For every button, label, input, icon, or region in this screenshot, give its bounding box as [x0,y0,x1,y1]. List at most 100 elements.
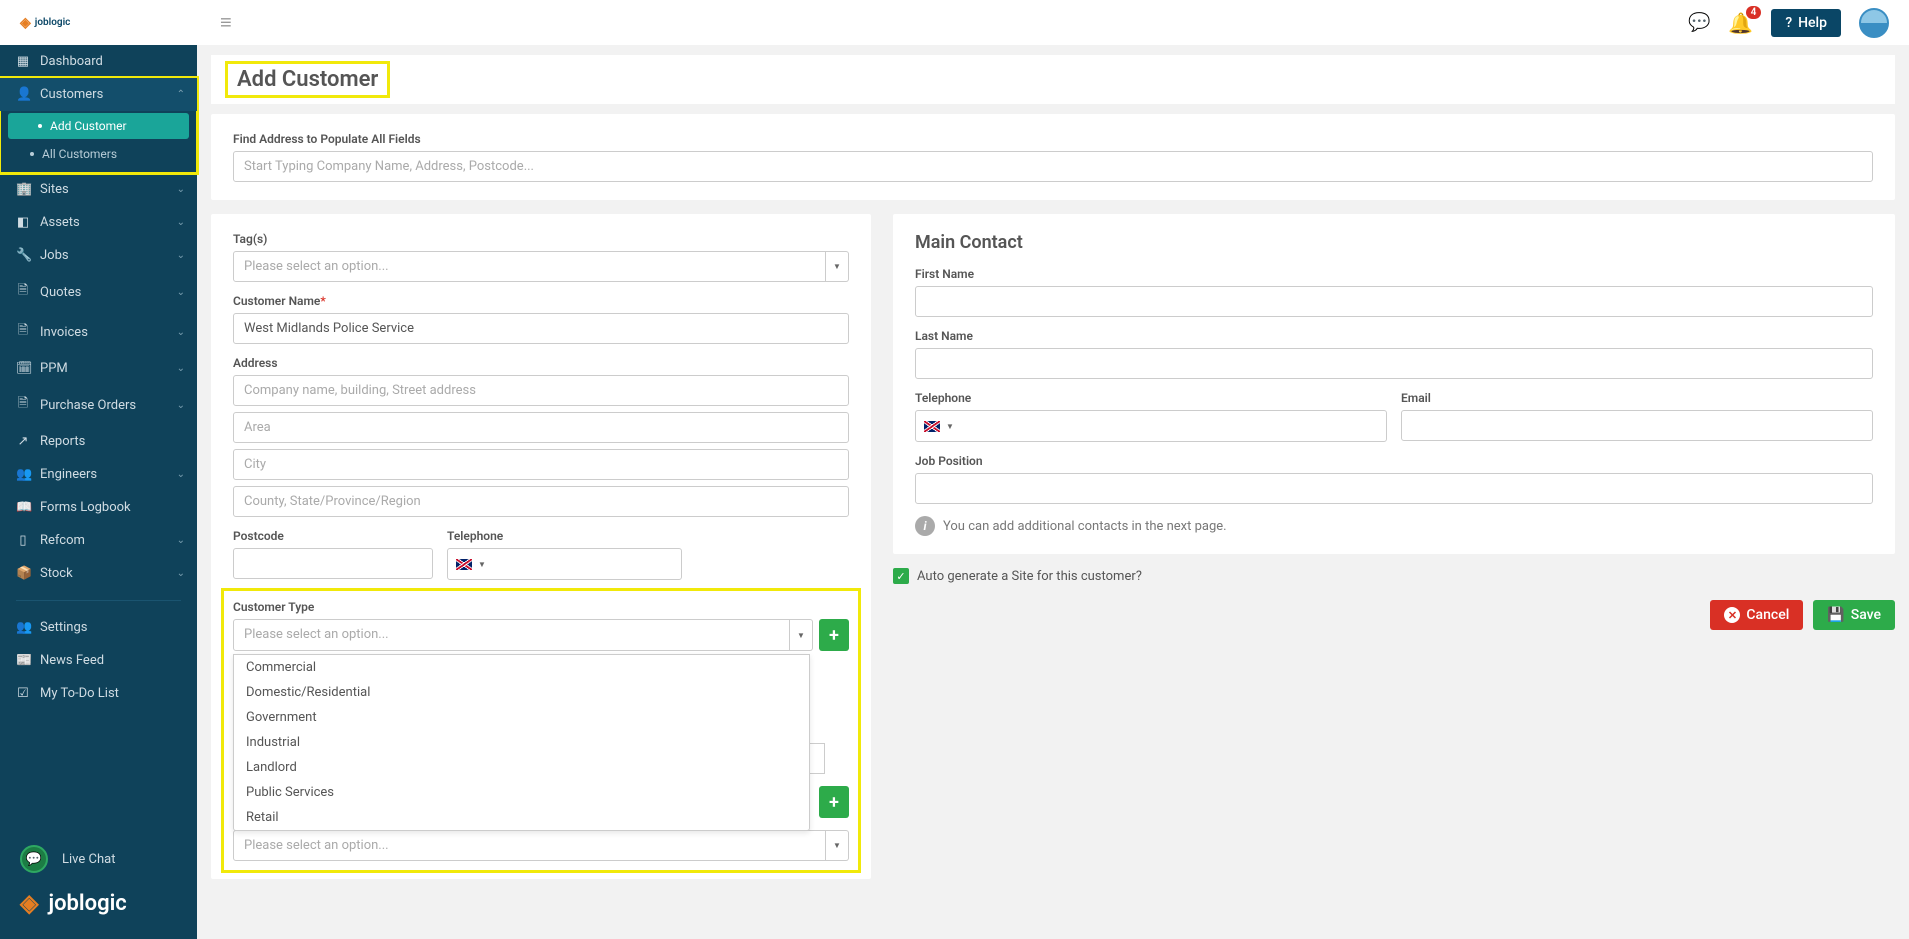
building-icon: 🏢 [16,182,30,197]
dropdown-option-landlord[interactable]: Landlord [234,755,809,780]
auto-generate-site-row[interactable]: ✓ Auto generate a Site for this customer… [893,568,1895,584]
sidebar-item-stock[interactable]: 📦Stock⌄ [0,557,197,590]
last-name-input[interactable] [915,348,1873,379]
cancel-icon: ✕ [1724,607,1740,623]
chat-icon: 💬 [20,845,48,873]
po-icon: 🗎 [16,394,30,416]
find-address-card: Find Address to Populate All Fields [211,114,1895,200]
address-area-input[interactable] [233,412,849,443]
dropdown-option-retail[interactable]: Retail [234,805,809,830]
chevron-down-icon: ⌄ [177,469,185,480]
main-content: Add Customer Find Address to Populate Al… [197,45,1909,939]
sidebar-item-jobs[interactable]: 🔧Jobs⌄ [0,239,197,272]
dropdown-option-industrial[interactable]: Industrial [234,730,809,755]
auto-generate-checkbox[interactable]: ✓ [893,568,909,584]
first-name-input[interactable] [915,286,1873,317]
customer-name-label: Customer Name* [233,294,849,308]
sidebar-item-invoices[interactable]: 🗎Invoices⌄ [0,312,197,352]
dropdown-option-public-services[interactable]: Public Services [234,780,809,805]
live-chat-button[interactable]: 💬Live Chat [0,835,197,883]
auto-generate-label: Auto generate a Site for this customer? [917,569,1142,584]
save-button[interactable]: 💾Save [1813,600,1895,630]
first-name-label: First Name [915,267,1873,281]
page-title-bar: Add Customer [211,55,1895,104]
extra-select[interactable]: Please select an option... [233,830,826,861]
contact-tel-input[interactable]: ▼ [915,410,1387,442]
notifications-button[interactable]: 🔔 4 [1728,11,1753,35]
customer-type-caret[interactable]: ▼ [790,619,813,651]
sidebar-item-settings[interactable]: 👥Settings [0,611,197,644]
customer-details-card: Tag(s) Please select an option... ▼ Cust… [211,214,871,879]
sidebar-item-refcom[interactable]: ▯Refcom⌄ [0,524,197,557]
uk-flag-icon [456,559,472,570]
dashboard-icon: ▦ [16,54,30,69]
chevron-down-icon: ⌄ [177,184,185,195]
hamburger-icon[interactable]: ≡ [220,10,232,35]
address-label: Address [233,356,849,370]
find-address-label: Find Address to Populate All Fields [233,132,1873,146]
engineers-icon: 👥 [16,467,30,482]
find-address-input[interactable] [233,151,1873,182]
customer-type-label: Customer Type [233,600,849,614]
check-icon: ☑ [16,686,30,701]
book-icon: 📖 [16,500,30,515]
asset-icon: ◧ [16,215,30,230]
dropdown-option-government[interactable]: Government [234,705,809,730]
add-customer-type-button[interactable]: + [819,619,849,651]
chevron-down-icon: ⌄ [177,363,185,374]
address-line1-input[interactable] [233,375,849,406]
add-option-button[interactable]: + [819,786,849,818]
chevron-down-icon: ⌄ [177,568,185,579]
logo: ◈joblogic [20,15,80,31]
sidebar-item-engineers[interactable]: 👥Engineers⌄ [0,458,197,491]
help-button[interactable]: ?Help [1771,9,1841,37]
postcode-input[interactable] [233,548,433,579]
main-contact-card: Main Contact First Name Last Name Teleph… [893,214,1895,554]
user-avatar[interactable] [1859,8,1889,38]
dropdown-option-domestic[interactable]: Domestic/Residential [234,680,809,705]
extra-caret[interactable]: ▼ [826,830,849,861]
customer-type-select[interactable]: Please select an option... [233,619,790,651]
sidebar-sub-all-customers[interactable]: All Customers [0,141,197,167]
question-icon: ? [1785,15,1792,31]
wrench-icon: 🔧 [16,248,30,263]
uk-flag-icon [924,421,940,432]
person-icon: 👤 [16,87,30,102]
sidebar-sub-add-customer[interactable]: Add Customer [8,113,189,139]
main-contact-title: Main Contact [915,232,1873,253]
contact-email-input[interactable] [1401,410,1873,441]
tags-label: Tag(s) [233,232,849,246]
sidebar-item-assets[interactable]: ◧Assets⌄ [0,206,197,239]
quote-icon: 🗎 [16,281,30,303]
sidebar-item-reports[interactable]: ↗Reports [0,425,197,458]
sidebar-item-sites[interactable]: 🏢Sites⌄ [0,173,197,206]
contact-email-label: Email [1401,391,1873,405]
messages-icon[interactable]: 💬 [1688,12,1710,33]
telephone-input[interactable]: ▼ [447,548,682,580]
calendar-icon: 🗓 [16,361,30,376]
tags-select[interactable]: Please select an option... [233,251,826,282]
notification-badge: 4 [1746,6,1762,19]
chevron-down-icon: ⌄ [177,217,185,228]
sidebar-item-ppm[interactable]: 🗓PPM⌄ [0,352,197,385]
sidebar-item-forms-logbook[interactable]: 📖Forms Logbook [0,491,197,524]
contact-info-note: iYou can add additional contacts in the … [915,516,1873,536]
address-county-input[interactable] [233,486,849,517]
sidebar-item-news-feed[interactable]: 📰News Feed [0,644,197,677]
sidebar-item-purchase-orders[interactable]: 🗎Purchase Orders⌄ [0,385,197,425]
address-city-input[interactable] [233,449,849,480]
job-position-label: Job Position [915,454,1873,468]
sidebar-item-customers[interactable]: 👤Customers⌃ [0,78,197,111]
sidebar-item-dashboard[interactable]: ▦Dashboard [0,45,197,78]
job-position-input[interactable] [915,473,1873,504]
customer-type-dropdown: Commercial Domestic/Residential Governme… [233,654,810,831]
chevron-down-icon: ⌄ [177,250,185,261]
dropdown-option-commercial[interactable]: Commercial [234,655,809,680]
customer-name-input[interactable] [233,313,849,344]
cancel-button[interactable]: ✕Cancel [1710,600,1803,630]
sidebar-item-todo[interactable]: ☑My To-Do List [0,677,197,710]
tags-caret[interactable]: ▼ [826,251,849,282]
sidebar-item-quotes[interactable]: 🗎Quotes⌄ [0,272,197,312]
info-icon: i [915,516,935,536]
topbar: ◈joblogic ≡ 💬 🔔 4 ?Help [0,0,1909,45]
